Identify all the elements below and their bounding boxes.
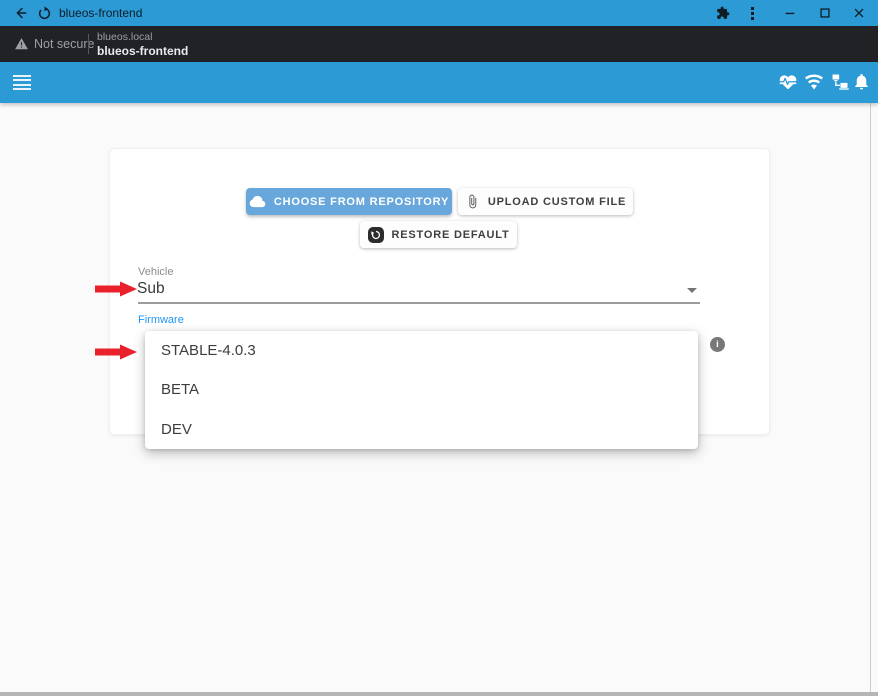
close-button[interactable] — [850, 4, 868, 22]
maximize-button[interactable] — [816, 4, 834, 22]
restore-icon — [368, 227, 384, 243]
vehicle-dropdown-caret-icon[interactable] — [687, 288, 697, 293]
menu-hamburger-icon[interactable] — [13, 75, 31, 90]
firmware-field-label: Firmware — [138, 314, 184, 326]
window-titlebar: blueos-frontend — [0, 0, 878, 26]
upload-custom-file-label: UPLOAD CUSTOM FILE — [488, 196, 626, 208]
not-secure-label[interactable]: Not secure — [34, 26, 94, 62]
origin-info-bar: Not secure blueos.local blueos-frontend — [0, 26, 878, 62]
menu-item-beta[interactable]: BETA — [145, 370, 698, 409]
choose-from-repository-button[interactable]: CHOOSE FROM REPOSITORY — [246, 188, 452, 215]
menu-item-dev[interactable]: DEV — [145, 410, 698, 449]
choose-from-repository-label: CHOOSE FROM REPOSITORY — [274, 196, 449, 208]
info-icon[interactable]: i — [710, 337, 725, 352]
upload-custom-file-button[interactable]: UPLOAD CUSTOM FILE — [458, 188, 633, 215]
vehicle-field-label: Vehicle — [138, 266, 173, 278]
reload-icon[interactable] — [35, 4, 53, 22]
restore-default-label: RESTORE DEFAULT — [392, 229, 510, 241]
browser-menu-dots-icon[interactable] — [743, 4, 761, 22]
paperclip-icon — [465, 194, 480, 209]
origin-app-name: blueos-frontend — [97, 44, 188, 59]
notifications-bell-icon[interactable] — [852, 72, 872, 92]
back-icon[interactable] — [12, 4, 30, 22]
vehicle-field-underline — [138, 302, 700, 304]
heart-pulse-icon[interactable] — [778, 72, 798, 92]
menu-item-stable[interactable]: STABLE-4.0.3 — [145, 331, 698, 370]
vehicle-select[interactable]: Sub — [137, 280, 165, 298]
network-lan-icon[interactable] — [830, 72, 850, 92]
restore-default-button[interactable]: RESTORE DEFAULT — [360, 221, 517, 248]
window-title: blueos-frontend — [59, 0, 142, 26]
cloud-icon — [249, 193, 266, 210]
minimize-button[interactable] — [781, 4, 799, 22]
app-window: blueos-frontend Not secure blueos.local … — [0, 0, 878, 696]
window-bottom-border — [0, 692, 878, 696]
annotation-arrow-vehicle — [95, 281, 138, 302]
origin-host: blueos.local — [97, 30, 152, 44]
window-right-border — [870, 103, 871, 692]
annotation-arrow-firmware — [95, 344, 138, 365]
firmware-dropdown-menu: STABLE-4.0.3 BETA DEV — [145, 331, 698, 449]
wifi-icon[interactable] — [804, 72, 824, 92]
origin-divider — [88, 34, 89, 54]
security-warning-icon[interactable] — [14, 37, 29, 51]
app-toolbar — [0, 62, 878, 103]
extensions-puzzle-icon[interactable] — [714, 4, 732, 22]
